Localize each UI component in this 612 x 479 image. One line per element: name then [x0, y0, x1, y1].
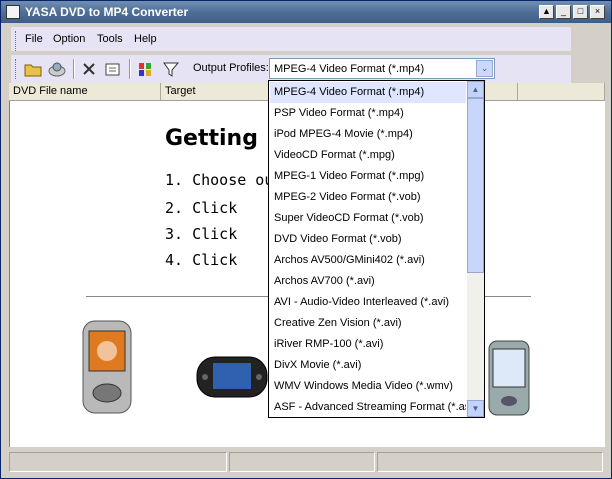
guide-step: 2. Click — [165, 199, 238, 217]
scroll-down-icon[interactable]: ▼ — [467, 400, 484, 417]
dropdown-option[interactable]: ASF - Advanced Streaming Format (*.asf) — [270, 397, 466, 418]
status-cell — [229, 452, 375, 472]
dropdown-option[interactable]: Archos AV500/GMini402 (*.avi) — [270, 250, 466, 271]
app-icon — [6, 5, 20, 19]
guide-step: 1. Choose ou — [165, 171, 274, 189]
dropdown-option[interactable]: Archos AV700 (*.avi) — [270, 271, 466, 292]
convert-icon[interactable] — [136, 59, 156, 79]
dropdown-option[interactable]: WMV Windows Media Video (*.wmv) — [270, 376, 466, 397]
close-icon[interactable]: × — [590, 5, 605, 19]
dropdown-option[interactable]: MPEG-4 Video Format (*.mp4) — [270, 82, 466, 103]
minimize-icon[interactable]: _ — [556, 5, 571, 19]
properties-icon[interactable] — [103, 59, 123, 79]
phone-device-image — [82, 320, 132, 414]
menu-help[interactable]: Help — [134, 33, 157, 45]
status-cell — [9, 452, 227, 472]
maximize-icon[interactable]: □ — [573, 5, 588, 19]
status-bar — [9, 452, 605, 473]
dropdown-option[interactable]: MPEG-1 Video Format (*.mpg) — [270, 166, 466, 187]
dropdown-option[interactable]: DivX Movie (*.avi) — [270, 355, 466, 376]
menu-tools[interactable]: Tools — [97, 33, 123, 45]
title-bar[interactable]: YASA DVD to MP4 Converter ▲ _ □ × — [1, 1, 611, 23]
dropdown-option[interactable]: Creative Zen Vision (*.avi) — [270, 313, 466, 334]
menu-file[interactable]: File — [25, 33, 43, 45]
settings-icon[interactable] — [161, 59, 181, 79]
dropdown-option[interactable]: AVI - Audio-Video Interleaved (*.avi) — [270, 292, 466, 313]
column-extra[interactable] — [518, 83, 605, 101]
open-folder-icon[interactable] — [23, 59, 43, 79]
window-title: YASA DVD to MP4 Converter — [25, 5, 189, 19]
dropdown-option[interactable]: Super VideoCD Format (*.vob) — [270, 208, 466, 229]
dropdown-option[interactable]: DVD Video Format (*.vob) — [270, 229, 466, 250]
scroll-thumb[interactable] — [467, 98, 484, 273]
toolbar-grip[interactable] — [15, 59, 18, 79]
chevron-down-icon[interactable]: ⌄ — [476, 60, 493, 77]
pda-device-image — [488, 340, 530, 416]
psp-device-image — [196, 356, 268, 398]
scroll-up-icon[interactable]: ▲ — [467, 81, 484, 98]
restore-icon[interactable]: ▲ — [539, 5, 554, 19]
dropdown-option[interactable]: VideoCD Format (*.mpg) — [270, 145, 466, 166]
app-window: YASA DVD to MP4 Converter ▲ _ □ × File O… — [0, 0, 612, 479]
getting-started-heading: Getting — [165, 126, 258, 151]
guide-step: 4. Click — [165, 251, 238, 269]
disc-icon[interactable] — [47, 59, 67, 79]
guide-step: 3. Click — [165, 225, 238, 243]
menu-grip[interactable] — [15, 31, 18, 51]
toolbar: Output Profiles: MPEG-4 Video Format (*.… — [11, 55, 571, 83]
column-dvd-file-name[interactable]: DVD File name — [9, 83, 161, 101]
dropdown-option[interactable]: PSP Video Format (*.mp4) — [270, 103, 466, 124]
output-profiles-label: Output Profiles: — [193, 62, 269, 74]
output-profile-select[interactable]: MPEG-4 Video Format (*.mp4) ⌄ — [269, 58, 495, 79]
dropdown-option[interactable]: iRiver RMP-100 (*.avi) — [270, 334, 466, 355]
status-cell — [377, 452, 603, 472]
output-profile-value: MPEG-4 Video Format (*.mp4) — [274, 63, 425, 75]
toolbar-separator — [73, 59, 75, 79]
dropdown-option[interactable]: iPod MPEG-4 Movie (*.mp4) — [270, 124, 466, 145]
output-profile-dropdown[interactable]: MPEG-4 Video Format (*.mp4) PSP Video For… — [268, 80, 485, 418]
dropdown-scrollbar[interactable]: ▲ ▼ — [467, 81, 484, 417]
toolbar-separator — [129, 59, 131, 79]
delete-icon[interactable] — [79, 59, 99, 79]
menu-option[interactable]: Option — [53, 33, 85, 45]
menu-bar: File Option Tools Help — [11, 27, 571, 51]
dropdown-option[interactable]: MPEG-2 Video Format (*.vob) — [270, 187, 466, 208]
